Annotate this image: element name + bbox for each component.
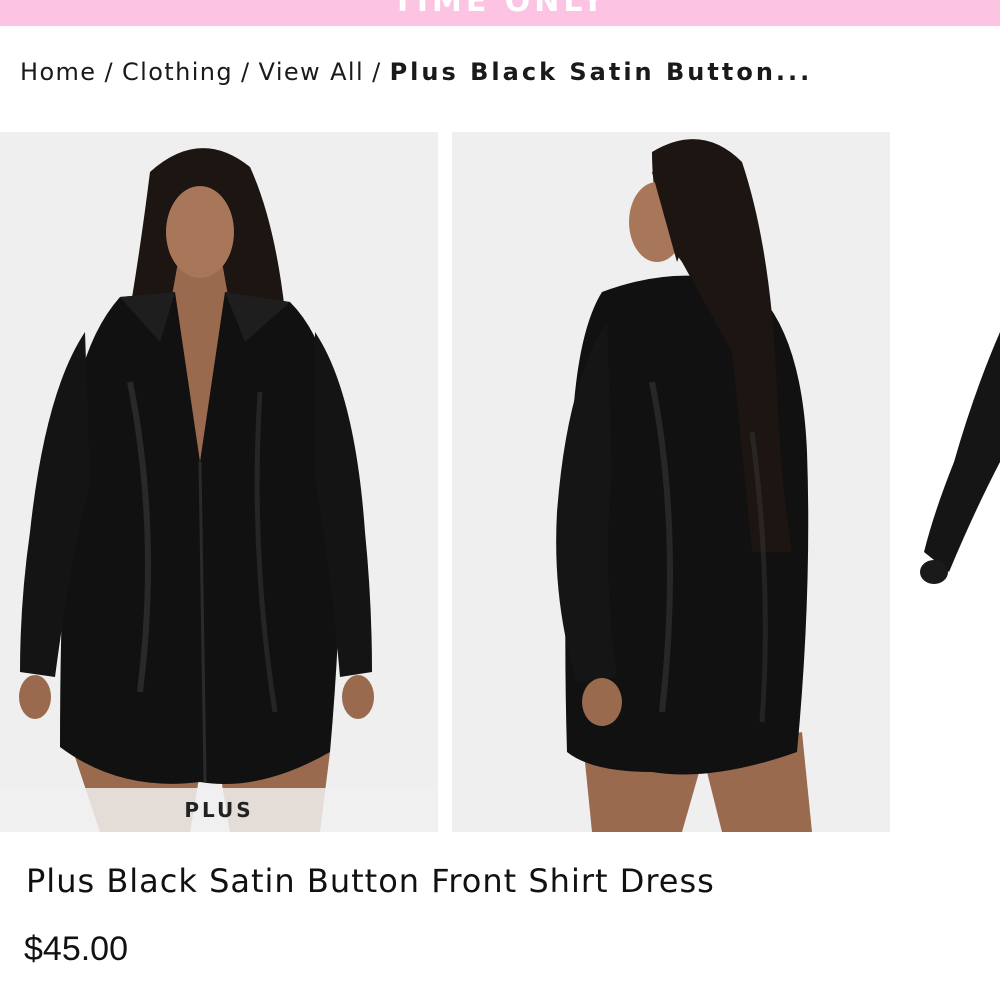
breadcrumb-separator: /	[104, 58, 114, 86]
breadcrumb-separator: /	[372, 58, 382, 86]
breadcrumb-home[interactable]: Home	[20, 58, 96, 86]
promo-text: TIME ONLY	[392, 0, 608, 19]
product-image-back[interactable]	[452, 132, 890, 832]
product-gallery[interactable]: PLUS	[0, 132, 1000, 832]
model-front-illustration	[19, 148, 374, 832]
promo-banner[interactable]: TIME ONLY	[0, 0, 1000, 26]
breadcrumb-view-all[interactable]: View All	[259, 58, 365, 86]
breadcrumb-current: Plus Black Satin Button...	[389, 58, 813, 86]
breadcrumb-clothing[interactable]: Clothing	[122, 58, 233, 86]
product-title: Plus Black Satin Button Front Shirt Dres…	[26, 862, 715, 900]
product-image-side[interactable]	[904, 132, 1000, 832]
breadcrumb-separator: /	[241, 58, 251, 86]
model-side-illustration	[920, 332, 1000, 584]
plus-badge: PLUS	[0, 788, 438, 832]
product-price: $45.00	[24, 930, 128, 968]
model-back-illustration	[556, 139, 812, 832]
breadcrumb: Home / Clothing / View All / Plus Black Satin …	[20, 58, 812, 86]
product-image-front[interactable]: PLUS	[0, 132, 438, 832]
